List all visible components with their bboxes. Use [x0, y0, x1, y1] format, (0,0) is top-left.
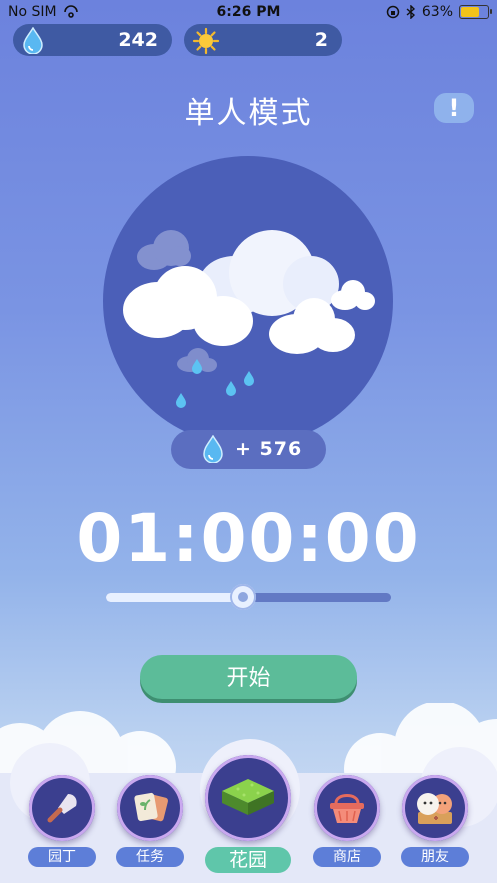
- sun-icon: [192, 27, 220, 55]
- nav-icon-circle: [402, 775, 468, 841]
- cloud-decoration: [193, 296, 253, 346]
- sun-counter[interactable]: 2: [184, 24, 342, 56]
- nav-icon-circle: [29, 775, 95, 841]
- reward-amount: + 576: [235, 438, 303, 460]
- cloud-decoration: [311, 318, 355, 352]
- nav-icon-circle: [205, 755, 291, 841]
- friends-icon: [417, 793, 452, 824]
- water-count: 242: [118, 29, 158, 51]
- water-counter[interactable]: 242: [13, 24, 172, 56]
- nav-item-tasks[interactable]: 任务: [114, 775, 186, 867]
- sun-count: 2: [314, 29, 328, 51]
- page-title: 单人模式: [184, 96, 313, 131]
- start-button[interactable]: 开始: [140, 655, 357, 699]
- garden-grass-icon: [222, 779, 274, 815]
- water-drop-icon: [23, 27, 43, 54]
- slider-fill: [106, 593, 243, 602]
- raindrop-icon: [244, 371, 254, 386]
- water-drop-icon: [203, 435, 223, 463]
- nav-label: 花园: [205, 847, 291, 873]
- battery-icon: [459, 5, 492, 19]
- nav-icon-circle: [117, 775, 183, 841]
- nav-item-gardener[interactable]: 园丁: [26, 775, 98, 867]
- bottom-nav: 园丁 任务 花园 商店 朋友: [0, 743, 497, 883]
- raindrop-icon: [176, 393, 186, 408]
- raindrop-icon: [226, 381, 236, 396]
- orientation-lock-icon: [386, 5, 400, 19]
- cloud-decoration: [355, 292, 375, 310]
- trowel-icon: [47, 794, 77, 823]
- slider-thumb[interactable]: [230, 584, 256, 610]
- reward-badge: + 576: [171, 430, 326, 469]
- nav-label: 商店: [313, 847, 381, 867]
- nav-label: 朋友: [401, 847, 469, 867]
- nav-label: 任务: [116, 847, 184, 867]
- raindrop-icon: [192, 359, 202, 374]
- battery-percent: 63%: [421, 4, 453, 20]
- nav-item-shop[interactable]: 商店: [311, 775, 383, 867]
- duration-slider[interactable]: [106, 584, 391, 610]
- bluetooth-icon: [406, 5, 415, 19]
- nav-item-friends[interactable]: 朋友: [399, 775, 471, 867]
- task-cards-icon: [134, 792, 168, 822]
- weather-scene: [103, 156, 393, 446]
- info-button[interactable]: !: [434, 93, 474, 123]
- nav-icon-circle: [314, 775, 380, 841]
- basket-icon: [330, 794, 364, 823]
- nav-item-garden[interactable]: 花园: [202, 755, 294, 873]
- nav-label: 园丁: [28, 847, 96, 867]
- timer-display: 01:00:00: [76, 500, 421, 577]
- status-bar: No SIM 6:26 PM 63%: [0, 0, 497, 24]
- cloud-decoration: [169, 246, 191, 266]
